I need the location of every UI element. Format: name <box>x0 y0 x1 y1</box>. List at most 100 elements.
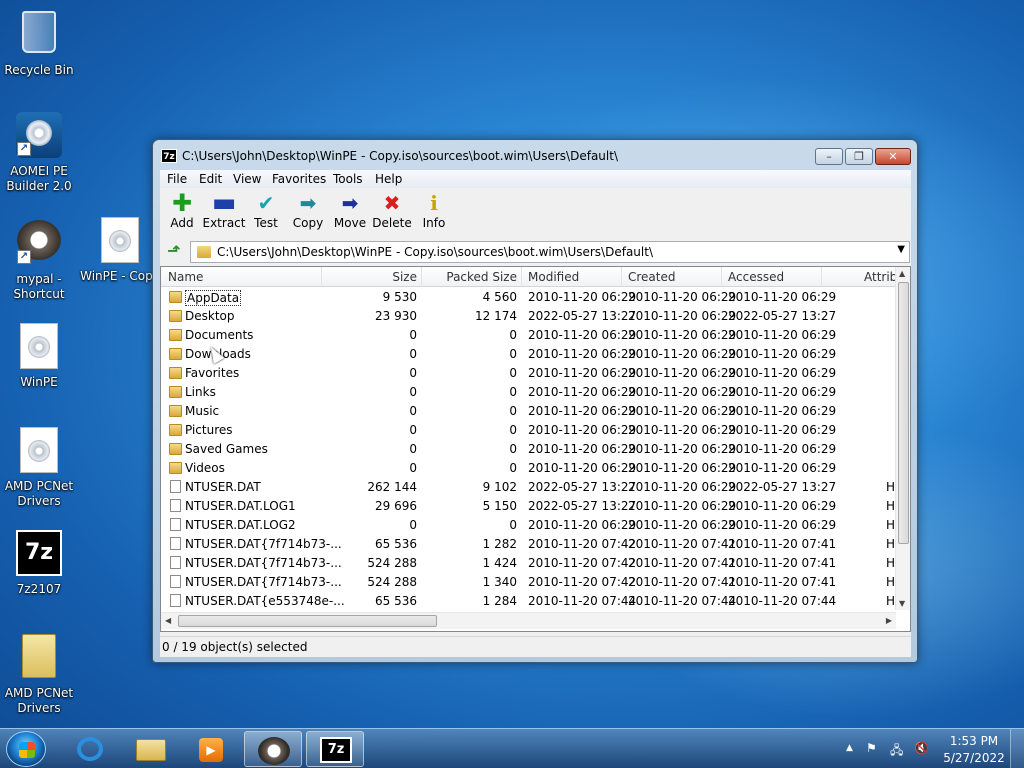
table-row[interactable]: Desktop 23 930 12 174 2022-05-27 13:27 2010-… <box>161 307 896 326</box>
cell-modified: 2022-05-27 13:27 <box>528 499 637 513</box>
col-name[interactable]: Name <box>168 270 203 284</box>
info-button[interactable]: i Info <box>409 192 459 230</box>
menu-file[interactable]: File <box>167 172 187 186</box>
table-row[interactable]: NTUSER.DAT{7f714b73-... 65 536 1 282 2010-1… <box>161 535 896 554</box>
restore-icon: ❐ <box>854 150 864 163</box>
table-row[interactable]: Favorites 0 0 2010-11-20 06:29 2010-11-20 06… <box>161 364 896 383</box>
notification-area: ▲ ⚑ 🖧 🔇 1:53 PM 5/27/2022 <box>842 729 1024 768</box>
chevron-down-icon[interactable]: ▼ <box>897 244 905 255</box>
table-row[interactable]: NTUSER.DAT{e553748e-... 65 536 1 284 2010-1… <box>161 592 896 611</box>
table-row[interactable]: NTUSER.DAT.LOG2 0 0 2010-11-20 06:29 2010-11… <box>161 516 896 535</box>
title-bar[interactable]: 7z C:\Users\John\Desktop\WinPE - Copy.is… <box>153 140 917 170</box>
desktop-icon-winpe[interactable]: WinPE <box>1 322 77 390</box>
show-hidden-icons-icon[interactable]: ▲ <box>846 743 853 753</box>
taskbar-media-player[interactable]: ▶ <box>182 731 240 767</box>
address-field[interactable]: C:\Users\John\Desktop\WinPE - Copy.iso\s… <box>190 241 910 263</box>
network-icon[interactable]: 🖧 <box>890 741 903 762</box>
cell-attrib: H <box>886 499 896 513</box>
column-divider[interactable] <box>821 267 822 287</box>
menu-help[interactable]: Help <box>375 172 402 186</box>
table-row[interactable]: Videos 0 0 2010-11-20 06:29 2010-11-20 06:29… <box>161 459 896 478</box>
menu-view[interactable]: View <box>233 172 261 186</box>
window-client: File Edit View Favorites Tools Help ✚ Ad… <box>160 170 911 657</box>
desktop-icon-label: AOMEI PE Builder 2.0 <box>6 164 72 193</box>
col-accessed[interactable]: Accessed <box>728 270 784 284</box>
cell-modified: 2010-11-20 07:42 <box>528 575 637 589</box>
table-row[interactable]: NTUSER.DAT{7f714b73-... 524 288 1 340 2010-… <box>161 573 896 592</box>
vertical-scroll-thumb[interactable] <box>898 282 909 544</box>
table-row[interactable]: Documents 0 0 2010-11-20 06:29 2010-11-20 06… <box>161 326 896 345</box>
start-button[interactable] <box>6 731 46 767</box>
cell-created: 2010-11-20 06:29 <box>628 480 737 494</box>
restore-button[interactable]: ❐ <box>845 148 873 165</box>
desktop-icon-winpe-copy[interactable]: WinPE - Copy <box>80 216 160 284</box>
desktop-icon-amd-drivers[interactable]: AMD PCNet Drivers <box>1 426 77 509</box>
clock-date[interactable]: 5/27/2022 <box>942 751 1006 765</box>
file-icon <box>170 594 181 607</box>
clock-time[interactable]: 1:53 PM <box>946 734 1002 748</box>
taskbar-7zip[interactable]: 7z <box>306 731 364 767</box>
show-desktop-button[interactable] <box>1010 729 1024 768</box>
menu-edit[interactable]: Edit <box>199 172 222 186</box>
raccoon-icon <box>258 737 290 765</box>
window-title: C:\Users\John\Desktop\WinPE - Copy.iso\s… <box>182 149 618 163</box>
file-icon <box>170 480 181 493</box>
desktop-icon-label: WinPE <box>20 375 58 389</box>
cell-created: 2010-11-20 06:29 <box>628 404 737 418</box>
cell-name: NTUSER.DAT{7f714b73-... <box>185 575 342 589</box>
cell-modified: 2010-11-20 06:29 <box>528 290 637 304</box>
column-divider[interactable] <box>621 267 622 287</box>
table-row[interactable]: Music 0 0 2010-11-20 06:29 2010-11-20 06:29 2… <box>161 402 896 421</box>
table-row[interactable]: NTUSER.DAT 262 144 9 102 2022-05-27 13:27 20… <box>161 478 896 497</box>
minimize-icon: – <box>826 150 832 163</box>
disc-image-icon <box>20 323 58 369</box>
table-row[interactable]: AppData 9 530 4 560 2010-11-20 06:29 2010-11… <box>161 288 896 307</box>
cell-created: 2010-11-20 06:29 <box>628 442 737 456</box>
table-row[interactable]: Saved Games 0 0 2010-11-20 06:29 2010-11-20 … <box>161 440 896 459</box>
desktop-icon-mypal[interactable]: ↗ mypal - Shortcut <box>1 216 77 302</box>
desktop-icon-aomei[interactable]: ↗ AOMEI PE Builder 2.0 <box>1 112 77 194</box>
horizontal-scroll-thumb[interactable] <box>178 615 437 627</box>
scroll-left-icon[interactable]: ◀ <box>165 616 171 625</box>
scroll-right-icon[interactable]: ▶ <box>886 616 892 625</box>
minimize-button[interactable]: – <box>815 148 843 165</box>
col-created[interactable]: Created <box>628 270 676 284</box>
cell-accessed: 2010-11-20 06:29 <box>728 366 837 380</box>
parent-folder-button[interactable]: ⬏ <box>162 242 186 262</box>
menu-favorites[interactable]: Favorites <box>272 172 326 186</box>
col-attrib[interactable]: Attrib <box>864 270 897 284</box>
file-list[interactable]: Name Size Packed Size Modified Created A… <box>160 266 911 632</box>
col-size[interactable]: Size <box>321 270 417 284</box>
horizontal-scrollbar[interactable]: ◀ ▶ <box>161 612 896 629</box>
col-packed-size[interactable]: Packed Size <box>421 270 517 284</box>
taskbar-internet-explorer[interactable] <box>62 731 120 767</box>
folder-icon <box>169 329 182 341</box>
action-center-flag-icon[interactable]: ⚑ <box>866 741 877 755</box>
menu-tools[interactable]: Tools <box>333 172 363 186</box>
file-icon <box>170 575 181 588</box>
table-row[interactable]: NTUSER.DAT.LOG1 29 696 5 150 2022-05-27 13:… <box>161 497 896 516</box>
close-button[interactable]: ✕ <box>875 148 911 165</box>
taskbar-windows-explorer[interactable] <box>122 731 180 767</box>
vertical-scrollbar[interactable]: ▲ ▼ <box>895 267 910 610</box>
cell-accessed: 2010-11-20 07:41 <box>728 575 837 589</box>
scroll-up-icon[interactable]: ▲ <box>899 269 905 278</box>
desktop-icon-7z2107[interactable]: 7z 7z2107 <box>1 530 77 597</box>
cell-attrib: H <box>886 594 896 608</box>
7zip-app-icon[interactable]: 7z <box>161 149 177 163</box>
table-row[interactable]: Pictures 0 0 2010-11-20 06:29 2010-11-20 06:… <box>161 421 896 440</box>
table-row[interactable]: Links 0 0 2010-11-20 06:29 2010-11-20 06:29 2… <box>161 383 896 402</box>
table-row[interactable]: Downloads 0 0 2010-11-20 06:29 2010-11-20 06… <box>161 345 896 364</box>
desktop-icon-amd-drivers-folder[interactable]: AMD PCNet Drivers <box>1 632 77 716</box>
scroll-down-icon[interactable]: ▼ <box>899 599 905 608</box>
cell-accessed: 2010-11-20 06:29 <box>728 499 837 513</box>
disc-image-icon <box>101 217 139 263</box>
cell-created: 2010-11-20 07:41 <box>628 575 737 589</box>
table-row[interactable]: NTUSER.DAT{7f714b73-... 524 288 1 424 2010-… <box>161 554 896 573</box>
taskbar-mypal[interactable] <box>244 731 302 767</box>
desktop-icon-recycle-bin[interactable]: Recycle Bin <box>1 8 77 78</box>
volume-muted-icon[interactable]: 🔇 <box>914 741 929 755</box>
column-divider[interactable] <box>721 267 722 287</box>
col-modified[interactable]: Modified <box>528 270 579 284</box>
column-divider[interactable] <box>521 267 522 287</box>
